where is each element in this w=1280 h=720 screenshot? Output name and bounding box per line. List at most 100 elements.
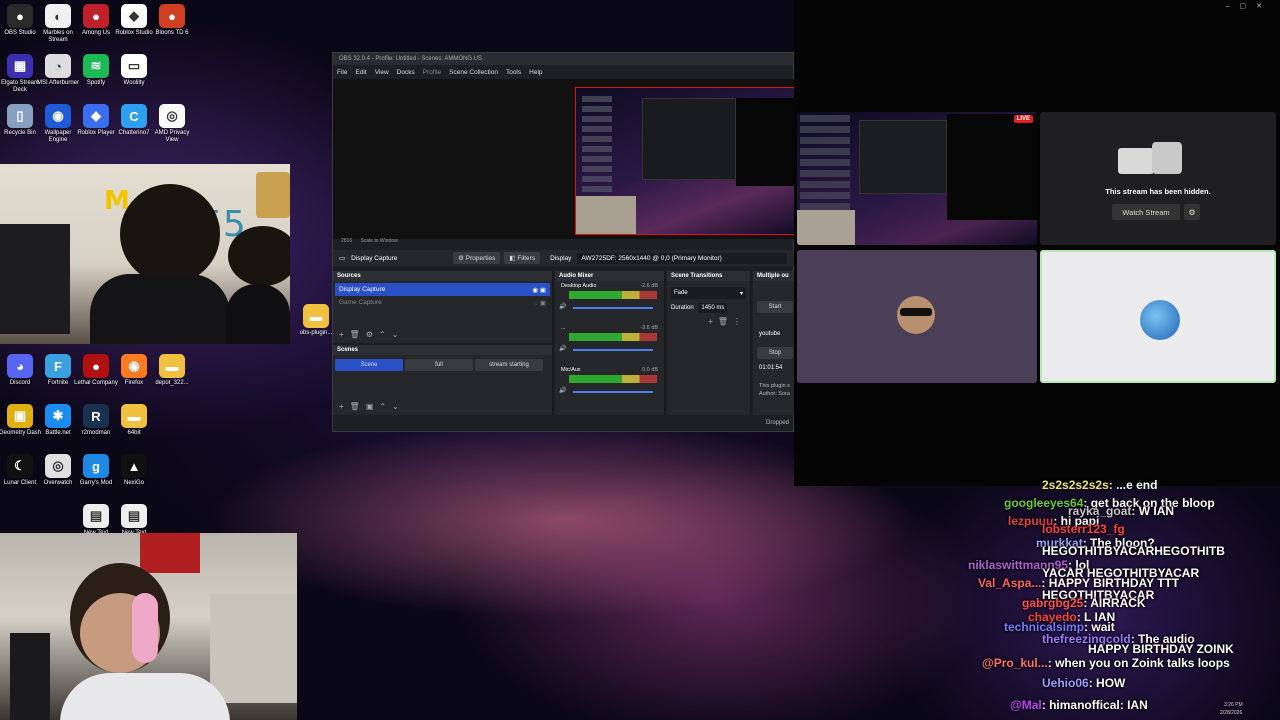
door — [210, 593, 297, 703]
icon-label: OBS Studio — [4, 30, 36, 36]
icon-label: Discord — [9, 380, 31, 386]
channel-db: 0.0 dB — [642, 367, 658, 373]
desktop-icon[interactable]: ▭ Woolilty — [111, 54, 157, 98]
app-icon: ● — [83, 4, 109, 28]
filters-button[interactable]: ◧ Filters — [504, 252, 541, 264]
zoom-controls[interactable]: 2816 Scale to Window — [341, 238, 398, 244]
chat-username: @Mal — [1010, 698, 1042, 712]
volume-slider[interactable] — [573, 391, 653, 393]
chat-message: HAPPY BIRTHDAY ZOINK — [1088, 642, 1234, 657]
webcam-overlay-top: M 55 — [0, 164, 290, 344]
app-icon: ▭ — [121, 54, 147, 78]
duration-input[interactable]: 1450 ms — [698, 303, 728, 313]
scene-button-scene[interactable]: Scene — [335, 359, 403, 371]
obs-menu-bar: File Edit View Docks Profile Scene Collection… — [333, 65, 793, 79]
chat-username: 2s2s2s2s2s — [1042, 478, 1109, 492]
icon-label: Lunar Client — [3, 480, 37, 486]
multiple-output-panel: Multiple ou Start youtube Stop 01:01:54 … — [753, 271, 795, 415]
menu-item[interactable]: View — [375, 69, 389, 76]
icon-label: Chatterino7 — [118, 130, 150, 136]
icon-label: Woolilty — [123, 80, 145, 86]
eye-off-icon[interactable]: ◌ ▣ — [534, 299, 546, 307]
channel-db: -3.6 dB — [640, 325, 658, 331]
output-time: 01:01:54 — [759, 365, 783, 371]
desktop-icon[interactable]: ● Bloons TD 6 — [149, 4, 195, 48]
volume-slider[interactable] — [573, 307, 653, 309]
properties-button[interactable]: ⚙ Properties — [453, 252, 501, 264]
sources-toolbar[interactable]: +🗑⚙︎⌃⌄ — [339, 330, 404, 339]
desktop-icon[interactable]: ◎ AMD Privacy View — [149, 104, 195, 148]
live-badge: LIVE — [1013, 115, 1033, 123]
app-icon: ▬ — [159, 354, 185, 378]
app-icon: ◆ — [121, 4, 147, 28]
chat-text: HAPPY BIRTHDAY ZOINK — [1088, 642, 1234, 656]
obs-preview[interactable] — [333, 79, 795, 239]
desktop-icon[interactable]: ▲ NexiGo — [111, 454, 157, 498]
source-label: Display Capture — [339, 286, 386, 293]
desktop-icon[interactable]: ▬ 64bit — [111, 404, 157, 448]
stream-tile-4[interactable] — [1040, 250, 1276, 383]
volume-meter — [569, 333, 657, 341]
menu-item[interactable]: Scene Collection — [449, 69, 498, 76]
scene-button-stream-starting[interactable]: stream starting — [475, 359, 543, 371]
source-item-game-capture[interactable]: Game Capture ◌ ▣ — [335, 296, 550, 309]
start-button[interactable]: Start — [757, 301, 793, 313]
menu-item[interactable]: Edit — [355, 69, 366, 76]
volume-slider[interactable] — [573, 349, 653, 351]
volume-meter — [569, 291, 657, 299]
chevron-down-icon: ▾ — [739, 291, 743, 297]
desktop-icon[interactable]: ▬ depot_322... — [149, 354, 195, 398]
scenes-header: Scenes — [333, 345, 552, 355]
stop-button[interactable]: Stop — [757, 347, 793, 359]
speaker-icon[interactable]: 🔊 — [559, 303, 566, 310]
window-controls[interactable]: –▢✕ — [1226, 2, 1272, 10]
speaker-icon[interactable]: 🔊 — [559, 387, 566, 394]
chat-message: lobsterr123_fg — [1042, 522, 1125, 537]
piano — [0, 224, 70, 334]
app-icon: ◕ — [7, 354, 33, 378]
menu-item[interactable]: Profile — [423, 69, 441, 76]
app-icon: ≋ — [83, 54, 109, 78]
mixer-header: Audio Mixer — [555, 271, 664, 281]
menu-item[interactable]: Tools — [506, 69, 521, 76]
menu-item[interactable]: Help — [529, 69, 542, 76]
transition-toolbar[interactable]: +🗑⋮ — [671, 317, 746, 326]
icon-label: Spotify — [86, 80, 106, 86]
mixer-channel: Mic/Aux 0.0 dB 🔊 — [559, 367, 660, 407]
multistream-viewer[interactable]: –▢✕ LIVE This stream has been hidden. Wa… — [794, 0, 1280, 486]
display-select[interactable]: AW2725DF: 2560x1440 @ 0,0 (Primary Monit… — [577, 252, 788, 264]
transition-select[interactable]: Fade ▾ — [671, 287, 746, 299]
watch-stream-button[interactable]: Watch Stream — [1112, 204, 1180, 220]
scale-label[interactable]: Scale to Window — [360, 238, 397, 244]
preview-right-window — [736, 98, 794, 186]
settings-icon[interactable]: ⚙ — [1184, 204, 1200, 220]
stream-tile-1[interactable]: LIVE — [797, 112, 1037, 245]
icon-label: Roblox Player — [77, 130, 115, 136]
app-icon: ◆ — [83, 104, 109, 128]
app-icon: ◉ — [121, 354, 147, 378]
channel-name: Mic/Aux — [561, 367, 581, 373]
preview-capture — [575, 87, 795, 235]
hidden-stream-illustration — [1118, 138, 1198, 178]
scene-button-full[interactable]: full — [405, 359, 473, 371]
chat-message: @Pro_kul...: when you on Zoink talks loo… — [982, 656, 1230, 670]
chat-message: 2s2s2s2s2s: ...e end — [1042, 478, 1158, 492]
duration-label: Duration — [671, 305, 694, 311]
audio-mixer-panel: Audio Mixer Desktop Audio -2.6 dB 🔊... -3.6… — [555, 271, 665, 415]
eye-icon[interactable]: ◉ ▣ — [532, 286, 546, 294]
source-item-display-capture[interactable]: Display Capture ◉ ▣ — [335, 283, 550, 296]
app-icon: ◎ — [159, 104, 185, 128]
icon-label: Overwatch — [43, 480, 73, 486]
obs-window[interactable]: OBS 32.0.4 - Profile: Untitled - Scenes:… — [332, 52, 795, 432]
tile-webcam — [797, 210, 855, 245]
app-icon: F — [45, 354, 71, 378]
menu-item[interactable]: Docks — [397, 69, 415, 76]
scenes-toolbar[interactable]: +🗑▣⌃⌄ — [339, 402, 405, 411]
menu-item[interactable]: File — [337, 69, 347, 76]
speaker-icon[interactable]: 🔊 — [559, 345, 566, 352]
stream-tile-3[interactable] — [797, 250, 1037, 383]
stream-tile-hidden[interactable]: This stream has been hidden. Watch Strea… — [1040, 112, 1276, 245]
channel-db: -2.6 dB — [640, 283, 658, 289]
avatar-blob-icon — [1140, 300, 1180, 340]
flag-decor — [140, 533, 200, 573]
